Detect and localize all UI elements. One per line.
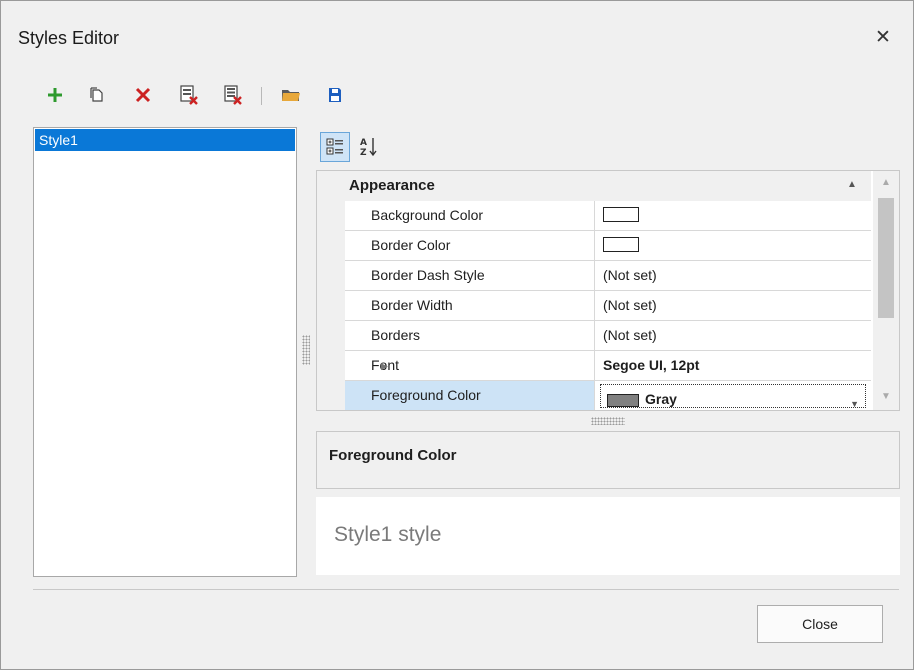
description-title: Foreground Color bbox=[329, 447, 457, 464]
remove-all-button[interactable] bbox=[219, 81, 247, 109]
color-swatch bbox=[603, 237, 639, 253]
title-bar: Styles Editor ✕ bbox=[1, 1, 913, 73]
property-name[interactable]: Background Color bbox=[345, 201, 595, 231]
property-name[interactable]: Border Color bbox=[345, 231, 595, 261]
vertical-splitter-grip[interactable] bbox=[302, 335, 310, 365]
color-dropdown-editor[interactable]: Gray ▼ bbox=[600, 384, 866, 410]
clear-all-icon bbox=[224, 85, 242, 105]
open-button[interactable] bbox=[277, 81, 305, 109]
property-grid-toolbar: A Z bbox=[317, 129, 897, 167]
property-grid: Appearance ▲ Background Color Border Col… bbox=[316, 170, 900, 411]
alphabetical-view-button[interactable]: A Z bbox=[354, 132, 384, 162]
property-name[interactable]: Border Width bbox=[345, 291, 595, 321]
category-label: Appearance bbox=[349, 177, 435, 194]
property-value[interactable]: Gray ▼ bbox=[595, 381, 871, 410]
property-row-foreground-color[interactable]: Foreground Color Gray ▼ bbox=[317, 381, 871, 410]
alphabetical-icon: A Z bbox=[360, 138, 377, 158]
styles-toolbar bbox=[31, 79, 891, 113]
property-row-border-width[interactable]: Border Width (Not set) bbox=[317, 291, 871, 321]
property-name[interactable]: Foreground Color bbox=[345, 381, 595, 410]
property-name[interactable]: ▶ Font bbox=[345, 351, 595, 381]
property-value[interactable] bbox=[595, 231, 871, 261]
color-value: Gray bbox=[645, 391, 677, 407]
property-value[interactable] bbox=[595, 201, 871, 231]
scrollbar-thumb[interactable] bbox=[878, 198, 894, 318]
close-button[interactable]: Close bbox=[757, 605, 883, 643]
copy-icon bbox=[90, 87, 103, 102]
remove-unused-button[interactable] bbox=[175, 81, 203, 109]
styles-editor-dialog: Styles Editor ✕ Style1 A Z Appearance ▲ … bbox=[0, 0, 914, 670]
vertical-scrollbar[interactable]: ▲ ▼ bbox=[873, 171, 899, 410]
categorized-icon bbox=[326, 138, 343, 155]
horizontal-splitter-grip[interactable] bbox=[591, 417, 625, 425]
delete-icon bbox=[135, 87, 151, 103]
purge-icon bbox=[180, 85, 198, 105]
plus-icon bbox=[48, 88, 62, 102]
property-value[interactable]: (Not set) bbox=[595, 291, 871, 321]
scroll-up-icon[interactable]: ▲ bbox=[873, 171, 899, 195]
scroll-down-icon[interactable]: ▼ bbox=[873, 385, 899, 409]
styles-list[interactable]: Style1 bbox=[33, 127, 297, 577]
category-row[interactable]: Appearance ▲ bbox=[317, 171, 871, 201]
dropdown-arrow-icon[interactable]: ▼ bbox=[850, 390, 859, 410]
property-row-background-color[interactable]: Background Color bbox=[317, 201, 871, 231]
folder-icon bbox=[282, 90, 300, 101]
window-title: Styles Editor bbox=[18, 28, 120, 48]
color-swatch bbox=[603, 207, 639, 223]
toolbar-separator bbox=[261, 87, 262, 105]
property-row-borders[interactable]: Borders (Not set) bbox=[317, 321, 871, 351]
property-value[interactable]: Segoe UI, 12pt bbox=[595, 351, 871, 381]
property-name[interactable]: Border Dash Style bbox=[345, 261, 595, 291]
copy-style-button[interactable] bbox=[83, 81, 111, 109]
footer-divider bbox=[33, 589, 899, 590]
collapse-icon[interactable]: ▲ bbox=[847, 179, 857, 190]
property-row-font[interactable]: ▶ Font Segoe UI, 12pt bbox=[317, 351, 871, 381]
preview-text: Style1 style bbox=[334, 523, 442, 546]
expand-icon[interactable]: ▶ bbox=[381, 351, 388, 381]
save-icon bbox=[329, 88, 341, 102]
property-name[interactable]: Borders bbox=[345, 321, 595, 351]
add-style-button[interactable] bbox=[41, 81, 69, 109]
svg-text:Z: Z bbox=[360, 148, 367, 158]
list-item[interactable]: Style1 bbox=[35, 129, 295, 151]
property-row-border-dash-style[interactable]: Border Dash Style (Not set) bbox=[317, 261, 871, 291]
color-swatch bbox=[607, 393, 639, 407]
description-panel: Foreground Color bbox=[316, 431, 900, 489]
delete-style-button[interactable] bbox=[129, 81, 157, 109]
property-value[interactable]: (Not set) bbox=[595, 261, 871, 291]
style-preview: Style1 style bbox=[316, 497, 900, 575]
save-button[interactable] bbox=[321, 81, 349, 109]
close-icon[interactable]: ✕ bbox=[869, 25, 897, 53]
property-value[interactable]: (Not set) bbox=[595, 321, 871, 351]
svg-text:A: A bbox=[360, 138, 367, 148]
categorized-view-button[interactable] bbox=[320, 132, 350, 162]
property-row-border-color[interactable]: Border Color bbox=[317, 231, 871, 261]
